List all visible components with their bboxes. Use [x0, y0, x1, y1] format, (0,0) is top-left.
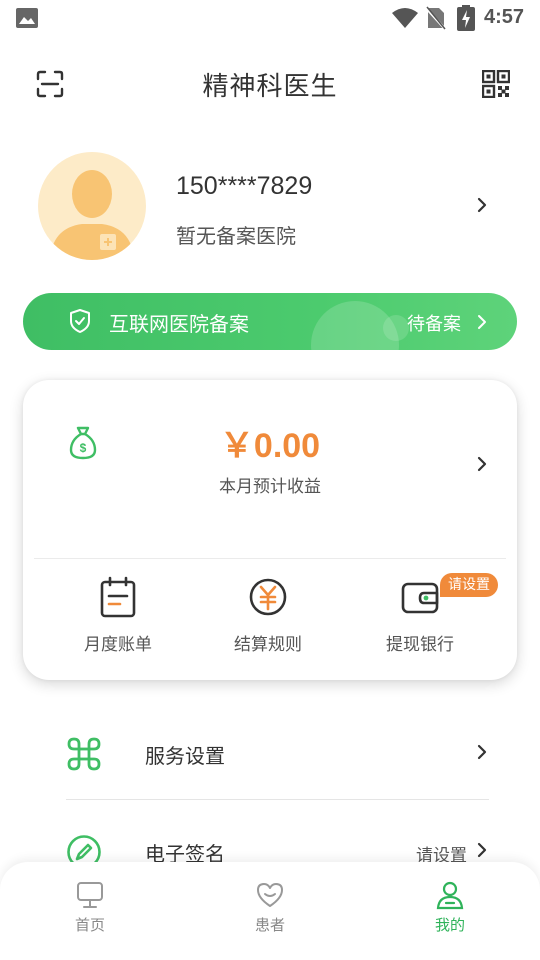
chevron-right-icon [477, 842, 487, 858]
tab-mine[interactable]: 我的 [400, 880, 500, 935]
qr-code-icon[interactable] [482, 70, 510, 98]
profile-row[interactable]: 150****7829 暂无备案医院 [0, 150, 540, 266]
wifi-icon [392, 8, 418, 28]
settlement-rules-label: 结算规则 [234, 635, 302, 655]
tab-patients[interactable]: 患者 [220, 880, 320, 935]
setup-required-badge: 请设置 [440, 573, 498, 597]
status-time: 4:57 [484, 6, 525, 28]
bottom-nav: 首页 患者 我的 [0, 862, 540, 960]
default-avatar-icon [50, 170, 134, 260]
chevron-right-icon [478, 315, 486, 329]
banner-status: 待备案 [407, 314, 461, 335]
hospital-status: 暂无备案医院 [176, 224, 296, 248]
settlement-rules-button[interactable]: 结算规则 [193, 576, 343, 656]
phone-number: 150****7829 [176, 172, 313, 200]
heart-icon [257, 883, 283, 907]
battery-charging-icon [457, 5, 475, 31]
earnings-card: $ ￥0.00 本月预计收益 月度账单 结算规则 提现银行 请设置 [23, 380, 517, 680]
monthly-bill-button[interactable]: 月度账单 [43, 576, 193, 656]
service-settings-label: 服务设置 [145, 744, 225, 768]
status-bar: 4:57 [0, 0, 540, 36]
tab-home-label: 首页 [74, 916, 105, 934]
shield-check-icon [70, 309, 90, 333]
bill-icon [100, 576, 136, 618]
service-settings-item[interactable]: 服务设置 [0, 706, 540, 798]
decorative-bubble [383, 315, 409, 341]
hospital-registration-banner[interactable]: 互联网医院备案 待备案 [23, 293, 517, 350]
monthly-earnings-amount: ￥0.00 [219, 427, 321, 465]
chevron-right-icon [477, 744, 487, 760]
no-sim-icon [426, 6, 446, 30]
wallet-icon [401, 582, 439, 614]
tab-mine-label: 我的 [434, 916, 465, 934]
app-header: 精神科医生 [0, 52, 540, 116]
yuan-circle-icon [249, 578, 287, 616]
avatar[interactable] [38, 152, 146, 260]
divider [34, 558, 506, 559]
tab-home[interactable]: 首页 [40, 880, 140, 935]
image-icon [16, 8, 38, 28]
tab-patients-label: 患者 [254, 916, 285, 934]
command-icon [67, 737, 101, 771]
banner-label: 互联网医院备案 [109, 312, 249, 336]
user-icon [436, 881, 464, 910]
chevron-right-icon[interactable] [476, 196, 488, 214]
page-title: 精神科医生 [202, 72, 338, 102]
monitor-icon [77, 882, 103, 908]
chevron-right-icon[interactable] [477, 456, 487, 472]
withdraw-bank-label: 提现银行 [386, 635, 454, 655]
monthly-earnings-label: 本月预计收益 [219, 477, 321, 497]
monthly-bill-label: 月度账单 [84, 635, 152, 655]
